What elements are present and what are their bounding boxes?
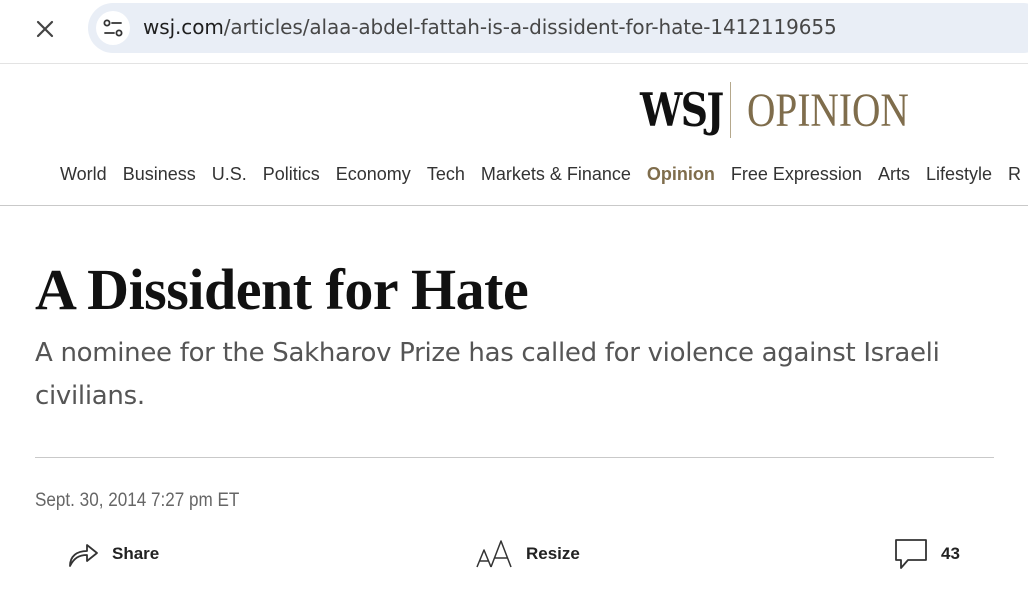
resize-label: Resize xyxy=(526,544,580,563)
nav-item-r[interactable]: R xyxy=(1008,164,1021,185)
article-dek: A nominee for the Sakharov Prize has cal… xyxy=(35,338,940,411)
nav-item-free-expression[interactable]: Free Expression xyxy=(731,164,862,185)
text-resize-icon xyxy=(474,538,514,570)
url-text[interactable]: wsj.com/articles/alaa-abdel-fattah-is-a-… xyxy=(143,15,837,39)
url-path: /articles/alaa-abdel-fattah-is-a-disside… xyxy=(223,15,837,39)
resize-button[interactable]: Resize xyxy=(474,536,580,572)
nav-item-u-s[interactable]: U.S. xyxy=(212,164,247,185)
share-button[interactable]: Share xyxy=(66,536,159,572)
share-label: Share xyxy=(112,544,160,563)
url-domain: wsj.com xyxy=(143,15,224,39)
nav-item-business[interactable]: Business xyxy=(123,164,196,185)
nav-item-politics[interactable]: Politics xyxy=(263,164,320,185)
site-settings-icon[interactable] xyxy=(96,11,130,45)
url-field[interactable]: wsj.com/articles/alaa-abdel-fattah-is-a-… xyxy=(88,3,1028,53)
nav-item-markets-finance[interactable]: Markets & Finance xyxy=(481,164,631,185)
nav-item-economy[interactable]: Economy xyxy=(336,164,411,185)
share-icon xyxy=(66,539,100,569)
article-headline: A Dissident for Hate xyxy=(35,257,529,322)
divider xyxy=(35,457,994,458)
section-nav: World Business U.S. Politics Economy Tech Mark… xyxy=(0,162,1028,206)
nav-item-opinion[interactable]: Opinion xyxy=(647,164,715,185)
wsj-logo[interactable]: WSJ xyxy=(640,83,724,137)
masthead-divider xyxy=(730,82,731,138)
article-dateline: Sept. 30, 2014 7:27 pm ET xyxy=(35,490,240,511)
section-nav-list: World Business U.S. Politics Economy Tech Mark… xyxy=(60,164,1028,185)
masthead: WSJ OPINION xyxy=(640,82,944,138)
browser-address-bar: wsj.com/articles/alaa-abdel-fattah-is-a-… xyxy=(0,0,1028,64)
opinion-section-logo[interactable]: OPINION xyxy=(747,83,909,138)
nav-item-arts[interactable]: Arts xyxy=(878,164,910,185)
comment-bubble-icon xyxy=(893,537,929,571)
close-icon[interactable] xyxy=(30,14,60,44)
nav-item-tech[interactable]: Tech xyxy=(427,164,465,185)
comments-button[interactable]: 43 xyxy=(893,536,960,572)
nav-item-lifestyle[interactable]: Lifestyle xyxy=(926,164,992,185)
comments-count: 43 xyxy=(941,544,960,563)
nav-item-world[interactable]: World xyxy=(60,164,107,185)
